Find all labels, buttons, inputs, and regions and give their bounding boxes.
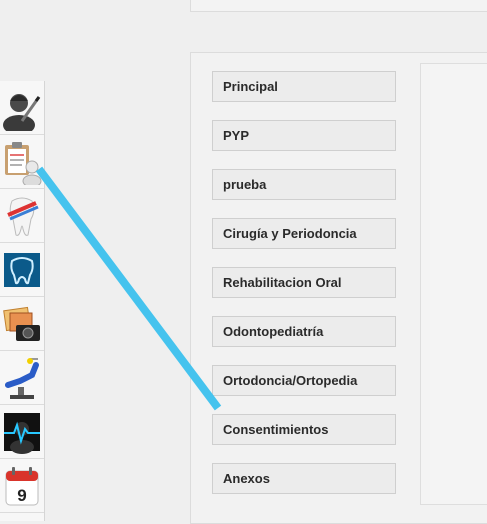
top-panel [190, 0, 487, 12]
menu-button-ortodoncia-ortopedia[interactable]: Ortodoncia/Ortopedia [212, 365, 396, 396]
clipboard-patient-icon [5, 141, 42, 185]
calendar-icon: 9 [5, 466, 39, 505]
menu-button-principal[interactable]: Principal [212, 71, 396, 102]
menu-button-cirugia-periodoncia[interactable]: Cirugía y Periodoncia [212, 218, 396, 249]
tooth-brush-icon [7, 197, 39, 236]
tooth-xray-icon [4, 252, 40, 287]
doctor-tool-button[interactable] [0, 81, 44, 135]
menu-button-pyp[interactable]: PYP [212, 120, 396, 151]
left-toolbar: 9 [0, 81, 45, 521]
menu-button-anexos[interactable]: Anexos [212, 463, 396, 494]
monitor-tool-button[interactable] [0, 405, 44, 459]
doctor-pen-icon [3, 93, 41, 131]
tooth-tool-button[interactable] [0, 189, 44, 243]
menu-button-rehabilitacion-oral[interactable]: Rehabilitacion Oral [212, 267, 396, 298]
calendar-day-text: 9 [17, 486, 26, 505]
photos-tool-button[interactable] [0, 297, 44, 351]
patient-monitor-icon [4, 412, 40, 454]
xray-tool-button[interactable] [0, 243, 44, 297]
photo-camera-icon [3, 306, 40, 341]
content-panel [420, 63, 487, 505]
dental-chair-icon [5, 357, 39, 399]
menu-button-consentimientos[interactable]: Consentimientos [212, 414, 396, 445]
clinical-history-tool-button[interactable] [0, 135, 44, 189]
menu-button-prueba[interactable]: prueba [212, 169, 396, 200]
calendar-tool-button[interactable]: 9 [0, 459, 44, 513]
dental-chair-tool-button[interactable] [0, 351, 44, 405]
menu-button-odontopediatria[interactable]: Odontopediatría [212, 316, 396, 347]
